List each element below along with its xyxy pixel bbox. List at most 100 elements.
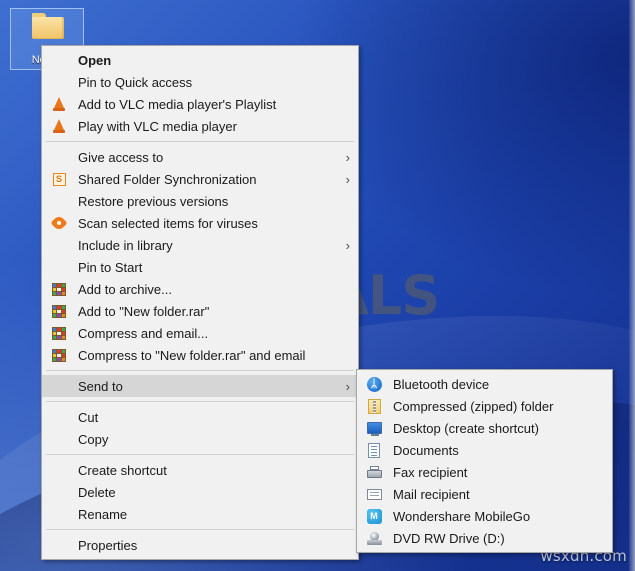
menu-item-dvd-rw-drive-d[interactable]: DVD RW Drive (D:) [357,527,612,549]
menu-item-include-in-library[interactable]: Include in library › [42,234,358,256]
menu-item-compressed-zipped-folder[interactable]: Compressed (zipped) folder [357,395,612,417]
documents-icon-glyph [368,442,380,458]
shared-folder-sync-icon: S [48,170,70,188]
winrar-icon [48,280,70,298]
no-icon [48,192,70,210]
menu-item-pin-to-start[interactable]: Pin to Start [42,256,358,278]
dvd-drive-icon-glyph [366,531,382,545]
menu-item-label: Send to [78,378,123,394]
menu-item-label: Rename [78,506,128,522]
menu-item-add-to-archive[interactable]: Add to archive... [42,278,358,300]
mail-icon-glyph [366,488,382,500]
menu-item-label: Mail recipient [393,486,470,502]
zip-folder-icon-glyph [367,398,381,414]
mobilego-icon: M [363,507,385,525]
desktop-icon-glyph [366,422,382,436]
menu-item-play-with-vlc-media-player[interactable]: Play with VLC media player [42,115,358,137]
winrar-icon [48,346,70,364]
menu-item-compress-and-email[interactable]: Compress and email... [42,322,358,344]
menu-item-restore-previous-versions[interactable]: Restore previous versions [42,190,358,212]
no-icon [48,536,70,554]
no-icon [48,408,70,426]
winrar-icon-glyph [52,348,66,362]
no-icon [48,461,70,479]
shared-folder-sync-icon-glyph: S [52,172,66,186]
menu-separator [46,454,354,455]
avast-icon-glyph [50,214,68,232]
dvd-drive-icon [363,529,385,547]
menu-item-scan-selected-items-for-viruses[interactable]: Scan selected items for viruses [42,212,358,234]
bluetooth-icon: ᛦ [363,375,385,393]
menu-item-label: Copy [78,431,109,447]
no-icon [48,236,70,254]
menu-item-shared-folder-synchronization[interactable]: S Shared Folder Synchronization › [42,168,358,190]
vlc-cone-icon [48,117,70,135]
menu-item-cut[interactable]: Cut [42,406,358,428]
folder-icon [32,13,64,39]
menu-item-label: DVD RW Drive (D:) [393,530,505,546]
menu-item-mail-recipient[interactable]: Mail recipient [357,483,612,505]
menu-item-label: Restore previous versions [78,193,229,209]
menu-item-label: Scan selected items for viruses [78,215,258,231]
menu-item-delete[interactable]: Delete [42,481,358,503]
winrar-icon-glyph [52,304,66,318]
menu-item-label: Pin to Quick access [78,74,193,90]
menu-item-open[interactable]: Open [42,49,358,71]
menu-item-label: Give access to [78,149,164,165]
screen-right-edge [629,0,635,571]
menu-separator [46,529,354,530]
menu-item-give-access-to[interactable]: Give access to › [42,146,358,168]
chevron-right-icon: › [345,149,350,165]
menu-item-desktop-create-shortcut[interactable]: Desktop (create shortcut) [357,417,612,439]
menu-separator [46,401,354,402]
menu-item-label: Include in library [78,237,173,253]
no-icon [48,430,70,448]
winrar-icon-glyph [52,326,66,340]
menu-item-wondershare-mobilego[interactable]: M Wondershare MobileGo [357,505,612,527]
winrar-icon [48,302,70,320]
chevron-right-icon: › [345,171,350,187]
menu-item-label: Create shortcut [78,462,167,478]
winrar-icon-glyph [52,282,66,296]
folder-icon-body [32,17,64,39]
menu-separator [46,141,354,142]
fax-icon-glyph [366,465,382,479]
vlc-cone-icon-glyph [53,97,65,111]
menu-item-label: Cut [78,409,99,425]
no-icon [48,148,70,166]
menu-item-fax-recipient[interactable]: Fax recipient [357,461,612,483]
menu-item-label: Compress to "New folder.rar" and email [78,347,306,363]
menu-item-bluetooth-device[interactable]: ᛦ Bluetooth device [357,373,612,395]
menu-item-label: Compress and email... [78,325,209,341]
menu-item-label: Add to VLC media player's Playlist [78,96,277,112]
vlc-cone-icon-glyph [53,119,65,133]
menu-item-compress-to-new-folder-rar-and-email[interactable]: Compress to "New folder.rar" and email [42,344,358,366]
desktop-icon [363,419,385,437]
send-to-submenu[interactable]: ᛦ Bluetooth device Compressed (zipped) fol… [356,369,613,553]
menu-item-add-to-new-folder-rar[interactable]: Add to "New folder.rar" [42,300,358,322]
menu-item-rename[interactable]: Rename [42,503,358,525]
menu-item-label: Desktop (create shortcut) [393,420,539,436]
menu-item-label: Open [78,52,112,68]
menu-item-copy[interactable]: Copy [42,428,358,450]
menu-item-pin-to-quick-access[interactable]: Pin to Quick access [42,71,358,93]
chevron-right-icon: › [345,237,350,253]
menu-item-add-to-vlc-media-player-s-playlist[interactable]: Add to VLC media player's Playlist [42,93,358,115]
menu-item-label: Properties [78,537,138,553]
menu-item-properties[interactable]: Properties [42,534,358,556]
menu-item-documents[interactable]: Documents [357,439,612,461]
mobilego-icon-glyph: M [366,508,382,524]
mail-icon [363,485,385,503]
menu-item-send-to[interactable]: Send to › [42,375,358,397]
no-icon [48,73,70,91]
menu-item-create-shortcut[interactable]: Create shortcut [42,459,358,481]
menu-item-label: Fax recipient [393,464,468,480]
menu-item-label: Shared Folder Synchronization [78,171,257,187]
no-icon [48,505,70,523]
fax-icon [363,463,385,481]
documents-icon [363,441,385,459]
menu-item-label: Bluetooth device [393,376,490,392]
folder-context-menu[interactable]: Open Pin to Quick access Add to VLC media … [41,45,359,560]
bluetooth-icon-glyph: ᛦ [366,376,382,392]
menu-item-label: Add to "New folder.rar" [78,303,210,319]
